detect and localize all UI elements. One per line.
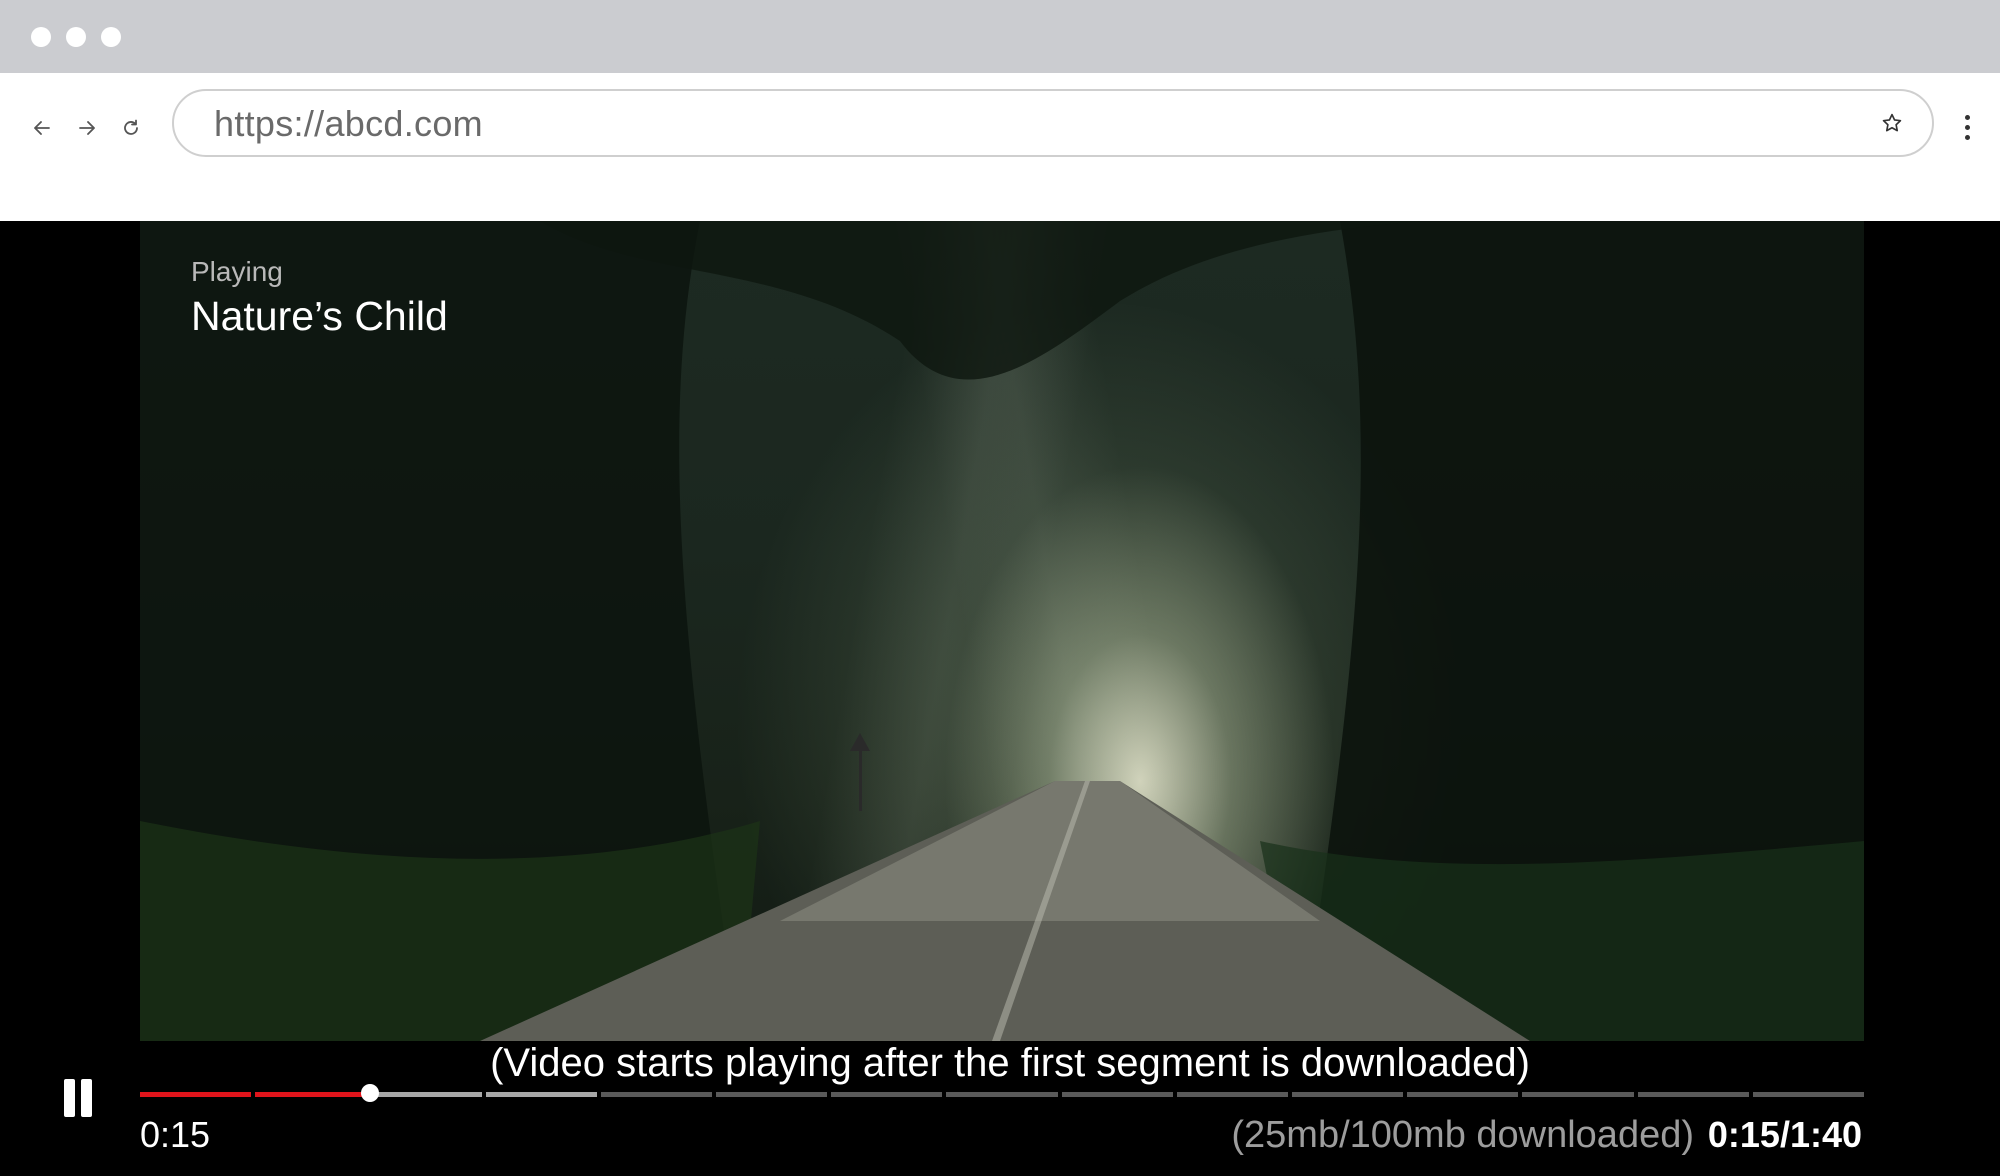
forest-road-scene <box>140 221 1864 1041</box>
arrow-right-icon <box>79 121 95 135</box>
seek-segment[interactable] <box>1522 1092 1634 1097</box>
window-title-bar <box>0 0 2000 73</box>
kebab-menu-icon <box>1964 124 1970 130</box>
window-control-dot[interactable] <box>101 27 121 47</box>
seek-segment[interactable] <box>831 1092 943 1097</box>
url-text[interactable]: https://abcd.com <box>214 103 483 145</box>
window-control-dot[interactable] <box>31 27 51 47</box>
kebab-menu-icon <box>1964 134 1970 140</box>
buffering-caption: (Video starts playing after the first se… <box>490 1041 1530 1085</box>
window-control-dot[interactable] <box>66 27 86 47</box>
browser-menu-button[interactable] <box>1950 110 1984 144</box>
seek-segment[interactable] <box>946 1092 1058 1097</box>
seek-segment[interactable] <box>370 1092 482 1097</box>
playback-status-label: Playing <box>191 256 283 287</box>
kebab-menu-icon <box>1964 114 1970 120</box>
arrow-left-icon <box>34 121 50 135</box>
seek-segment[interactable] <box>255 1092 367 1097</box>
seek-segment[interactable] <box>140 1092 252 1097</box>
video-title: Nature’s Child <box>191 293 448 339</box>
video-player: Playing Nature’s Child (Video starts pla… <box>0 221 2000 1176</box>
seek-segment[interactable] <box>1752 1092 1864 1097</box>
reload-icon <box>124 119 138 135</box>
seek-segment[interactable] <box>1061 1092 1173 1097</box>
seek-segment[interactable] <box>600 1092 712 1097</box>
reload-button[interactable] <box>114 111 148 145</box>
browser-toolbar: https://abcd.com <box>0 73 2000 221</box>
seek-segment[interactable] <box>485 1092 597 1097</box>
seek-segment[interactable] <box>1407 1092 1519 1097</box>
current-time: 0:15 <box>140 1114 211 1155</box>
forward-button[interactable] <box>70 111 104 145</box>
seek-bar[interactable] <box>140 1092 1864 1098</box>
download-status: (25mb/100mb downloaded) <box>1231 1114 1694 1156</box>
seek-segment[interactable] <box>1292 1092 1404 1097</box>
seek-segment[interactable] <box>716 1092 828 1097</box>
bookmark-button[interactable] <box>1874 105 1910 141</box>
pause-icon <box>81 1079 92 1117</box>
pause-button[interactable] <box>62 1079 94 1119</box>
seek-segment[interactable] <box>1637 1092 1749 1097</box>
address-bar[interactable]: https://abcd.com <box>172 89 1934 157</box>
back-button[interactable] <box>25 111 59 145</box>
seek-thumb[interactable] <box>361 1084 379 1102</box>
star-icon <box>1882 113 1902 132</box>
pause-icon <box>64 1079 75 1117</box>
seek-segment[interactable] <box>1176 1092 1288 1097</box>
video-frame[interactable]: Playing Nature’s Child <box>140 221 1864 1041</box>
time-display: 0:15/1:40 <box>1707 1114 1862 1155</box>
